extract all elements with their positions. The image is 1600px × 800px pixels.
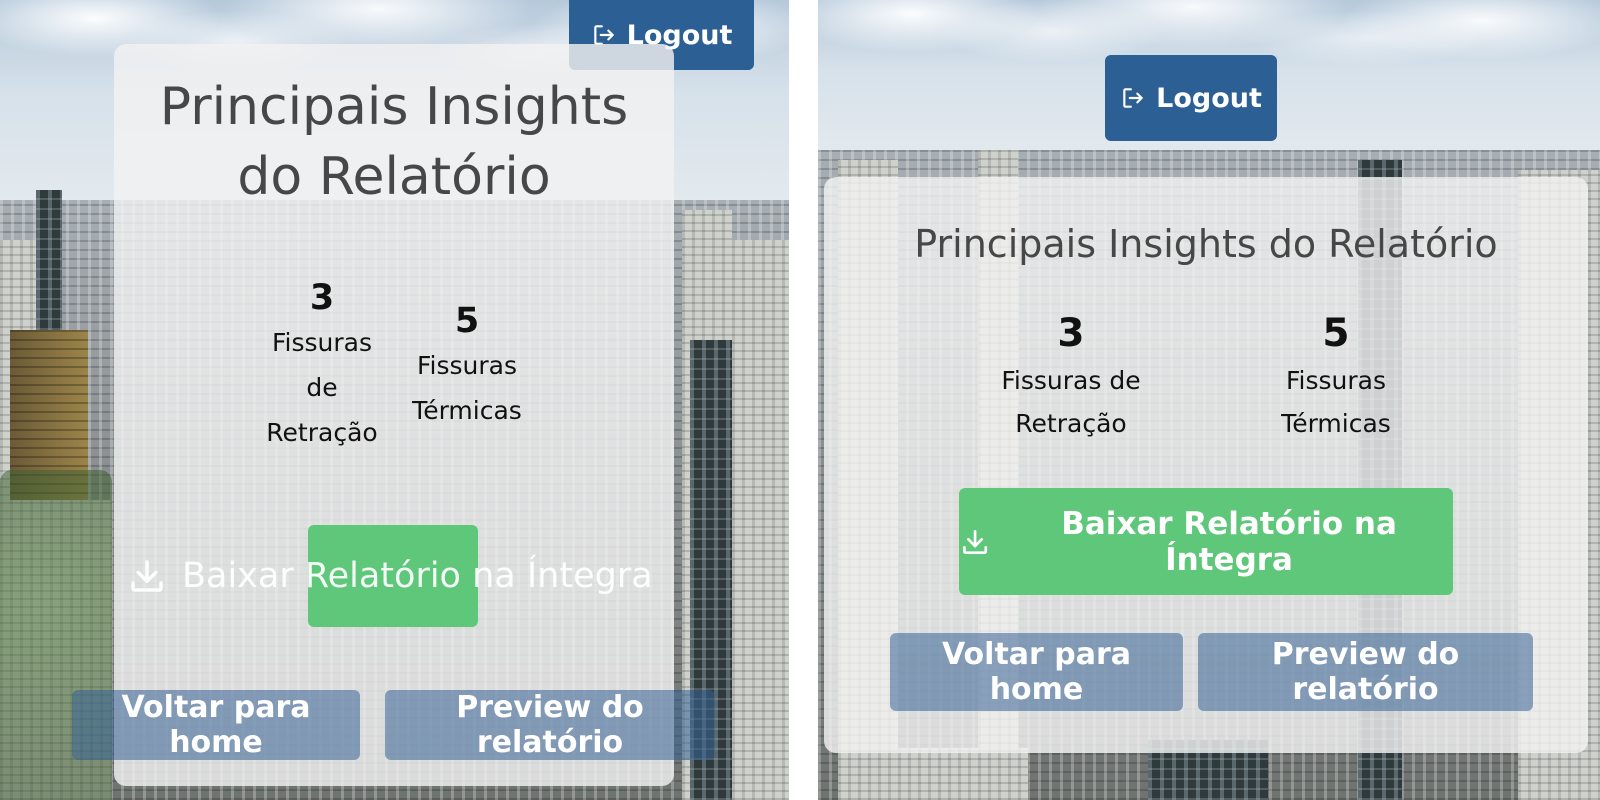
insights-title-line: do Relatório (237, 147, 551, 207)
insights-title-line: Principais Insights (159, 77, 629, 137)
stat-label-line: Térmicas (1281, 409, 1391, 438)
insights-card: Principais Insights do Relatório 3 Fissu… (114, 44, 674, 786)
insights-card: Principais Insights do Relatório 3 Fissu… (824, 177, 1588, 753)
stat-label-line: Fissuras (416, 351, 518, 380)
logout-label: Logout (1156, 82, 1262, 114)
stat-label: Fissuras de Retração (986, 359, 1156, 445)
insights-title: Principais Insights do Relatório (114, 72, 674, 212)
stat-thermal: 5 Fissuras Térmicas (399, 299, 535, 433)
narrow-viewport-screenshot: Logout Principais Insights do Relatório … (0, 0, 789, 800)
stat-label-line: Fissuras (271, 328, 373, 357)
download-report-button[interactable]: Baixar Relatório na Íntegra (959, 488, 1453, 595)
back-home-button[interactable]: Voltar para home (890, 633, 1183, 711)
stat-thermal: 5 Fissuras Térmicas (1251, 309, 1421, 445)
stat-label-line: Retração (266, 418, 378, 447)
back-home-label: Voltar para home (121, 690, 311, 760)
stat-label: Fissuras Térmicas (399, 343, 535, 433)
preview-report-label: Preview do relatório (1271, 637, 1460, 707)
insights-title: Principais Insights do Relatório (914, 222, 1498, 266)
download-report-label: Baixar Relatório na Íntegra (1061, 505, 1397, 578)
stat-label-line: de (306, 373, 338, 402)
stat-retraction: 3 Fissuras de Retração (254, 276, 390, 455)
stat-label: Fissuras Térmicas (1251, 359, 1421, 445)
building (732, 240, 789, 800)
stat-label-line: Fissuras de (1001, 366, 1141, 395)
preview-report-label: Preview do relatório (456, 690, 644, 760)
back-home-button[interactable]: Voltar para home (72, 690, 360, 760)
wide-viewport-screenshot: Logout Principais Insights do Relatório … (818, 0, 1600, 800)
stat-retraction: 3 Fissuras de Retração (986, 309, 1156, 445)
download-icon (963, 529, 988, 554)
logout-icon (1123, 88, 1143, 108)
stat-label-line: Fissuras (1285, 366, 1387, 395)
stat-label-line: Térmicas (412, 396, 522, 425)
stat-value: 5 (454, 301, 480, 341)
stat-value: 3 (309, 278, 335, 318)
logout-button[interactable]: Logout (1105, 55, 1277, 141)
stat-label: Fissuras de Retração (254, 320, 390, 455)
stat-label-line: Retração (1015, 409, 1127, 438)
preview-report-button[interactable]: Preview do relatório (385, 690, 715, 760)
preview-report-button[interactable]: Preview do relatório (1198, 633, 1533, 711)
building (848, 748, 1028, 800)
download-report-button[interactable] (308, 525, 478, 627)
stat-value: 3 (1057, 311, 1085, 356)
stat-value: 5 (1322, 311, 1350, 356)
back-home-label: Voltar para home (941, 637, 1132, 707)
